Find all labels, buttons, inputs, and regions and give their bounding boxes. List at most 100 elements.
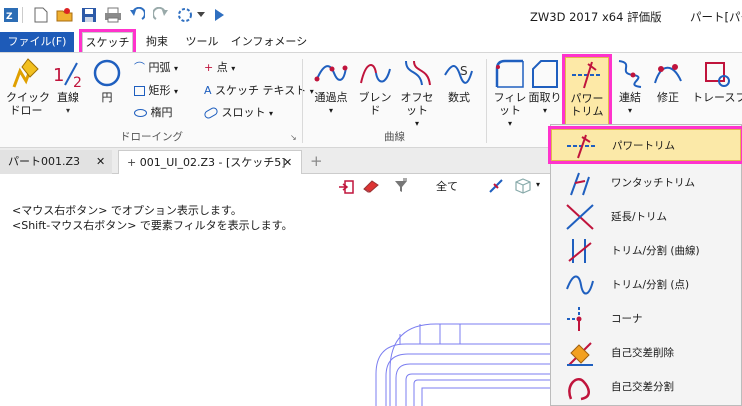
open-file-icon[interactable] bbox=[56, 6, 74, 24]
menu-item-self-intersect-split[interactable]: 自己交差分割 bbox=[551, 371, 741, 403]
chamfer-icon bbox=[532, 60, 558, 88]
fillet-dropdown-icon[interactable]: ▾ bbox=[490, 117, 530, 130]
view-cube-dropdown-icon[interactable]: ▾ bbox=[536, 180, 540, 189]
redo-icon[interactable] bbox=[152, 6, 170, 24]
svg-text:2: 2 bbox=[73, 75, 82, 91]
modified-marker-icon: + bbox=[127, 156, 137, 169]
tab-tools[interactable]: ツール bbox=[182, 32, 222, 52]
ellipse-button[interactable]: 楕円 bbox=[134, 104, 173, 122]
menu-item-self-intersect-delete[interactable]: 自己交差削除 bbox=[551, 337, 741, 369]
rectangle-button[interactable]: 矩形 ▾ bbox=[134, 82, 178, 100]
offset-button[interactable]: オフセット ▾ bbox=[396, 57, 438, 130]
print-icon[interactable] bbox=[104, 6, 122, 24]
menu-item-label: コーナ bbox=[611, 313, 643, 325]
ellipse-icon bbox=[134, 109, 147, 117]
select-mode-icon[interactable] bbox=[176, 6, 194, 24]
play-icon[interactable] bbox=[212, 6, 226, 24]
offset-label: オフセット bbox=[400, 91, 434, 117]
close-tab-icon[interactable]: ✕ bbox=[283, 151, 292, 175]
modify-button[interactable]: 修正 bbox=[650, 57, 686, 104]
arc-icon: ⌒ bbox=[134, 61, 145, 74]
exit-sketch-icon[interactable] bbox=[338, 180, 354, 197]
connect-dropdown-icon[interactable]: ▾ bbox=[612, 104, 648, 117]
tab-file[interactable]: ファイル(F) bbox=[0, 32, 74, 52]
offset-icon bbox=[405, 60, 431, 86]
one-touch-trim-icon bbox=[570, 172, 590, 196]
menu-item-one-touch-trim[interactable]: ワンタッチトリム bbox=[551, 167, 741, 199]
menu-item-trim-split-curve[interactable]: トリム/分割 (曲線) bbox=[551, 235, 741, 267]
doc-tab-part001[interactable]: パート001.Z3 ✕ bbox=[0, 150, 112, 174]
via-point-button[interactable]: 通過点 ▾ bbox=[310, 57, 352, 117]
chamfer-dropdown-icon[interactable]: ▾ bbox=[528, 104, 562, 117]
power-trim-icon bbox=[572, 61, 602, 89]
via-point-dropdown-icon[interactable]: ▾ bbox=[310, 104, 352, 117]
formula-button[interactable]: S 数式 bbox=[440, 57, 478, 104]
trace-profile-button[interactable]: トレースプロフ bbox=[692, 57, 742, 104]
self-intersect-split-icon bbox=[568, 378, 590, 401]
menu-item-power-trim[interactable]: パワートリム bbox=[548, 126, 742, 164]
new-file-icon[interactable] bbox=[32, 6, 50, 24]
modify-icon bbox=[654, 64, 682, 84]
quick-draw-icon bbox=[12, 58, 39, 88]
menu-item-extend-trim[interactable]: 延長/トリム bbox=[551, 201, 741, 233]
formula-icon: S bbox=[444, 64, 473, 84]
view-orient-icon[interactable] bbox=[488, 178, 504, 197]
title-bar: Z ZW3D 2017 x64 評価版 パート[パート bbox=[0, 0, 742, 32]
connect-button[interactable]: 連結 ▾ bbox=[612, 57, 648, 117]
rectangle-label: 矩形 bbox=[148, 84, 171, 97]
group-separator bbox=[486, 59, 487, 143]
trace-profile-label: トレースプロフ bbox=[692, 91, 742, 104]
fillet-label: フィレット bbox=[493, 91, 527, 117]
menu-item-label: トリム/分割 (曲線) bbox=[611, 245, 700, 257]
select-dropdown-icon[interactable] bbox=[196, 6, 206, 24]
sketch-geometry[interactable] bbox=[370, 304, 560, 406]
slot-icon bbox=[202, 106, 220, 120]
menu-item-corner[interactable]: コーナ bbox=[551, 303, 741, 335]
quick-draw-button[interactable]: クイック ドロー bbox=[6, 57, 50, 117]
hint-shift-right-click: <Shift-マウス右ボタン> で要素フィルタを表示します。 bbox=[12, 219, 293, 232]
filter-icon[interactable] bbox=[394, 178, 408, 197]
point-button[interactable]: + 点 ▾ bbox=[204, 59, 235, 77]
slot-button[interactable]: スロット ▾ bbox=[202, 104, 273, 122]
curve-group-label: 曲線 bbox=[384, 131, 405, 143]
tab-constraint[interactable]: 拘束 bbox=[140, 32, 174, 52]
close-tab-icon[interactable]: ✕ bbox=[96, 150, 105, 174]
trim-split-curve-icon bbox=[568, 239, 592, 263]
hint-right-click: <マウス右ボタン> でオプション表示します。 bbox=[12, 204, 242, 217]
save-icon[interactable] bbox=[80, 6, 98, 24]
circle-icon bbox=[93, 59, 121, 87]
circle-label: 円 bbox=[101, 91, 113, 104]
drawing-group-label: ドローイング bbox=[120, 131, 183, 143]
tab-information[interactable]: インフォメーション bbox=[230, 32, 308, 68]
chamfer-button[interactable]: 面取り ▾ bbox=[528, 57, 562, 117]
line-button[interactable]: 12 直線 ▾ bbox=[48, 57, 88, 117]
menu-item-label: 自己交差削除 bbox=[611, 347, 674, 359]
slot-label: スロット bbox=[221, 106, 266, 119]
new-tab-icon[interactable]: + bbox=[310, 152, 323, 170]
blend-button[interactable]: ブレンド bbox=[354, 57, 396, 117]
menu-item-label: 延長/トリム bbox=[611, 211, 668, 223]
sketch-text-icon: A bbox=[204, 84, 212, 97]
tab-sketch[interactable]: スケッチ bbox=[79, 29, 136, 55]
sketch-text-button[interactable]: A スケッチ テキスト ▾ bbox=[204, 82, 314, 100]
fillet-button[interactable]: フィレット ▾ bbox=[490, 57, 530, 130]
line-dropdown-icon[interactable]: ▾ bbox=[48, 104, 88, 117]
view-cube-icon[interactable] bbox=[514, 177, 532, 198]
doc-tab-active[interactable]: + 001_UI_02.Z3 - [スケッチ5] ✕ bbox=[118, 150, 302, 174]
connect-icon bbox=[618, 60, 642, 88]
app-title: ZW3D 2017 x64 評価版 bbox=[530, 10, 662, 24]
dialog-launcher-icon[interactable]: ↘ bbox=[290, 133, 297, 142]
power-trim-button[interactable]: パワー トリム bbox=[562, 54, 612, 132]
circle-button[interactable]: 円 bbox=[90, 57, 124, 104]
undo-icon[interactable] bbox=[128, 6, 146, 24]
point-label: 点 bbox=[216, 61, 228, 74]
svg-text:1: 1 bbox=[53, 65, 64, 86]
menu-item-trim-split-point[interactable]: トリム/分割 (点) bbox=[551, 269, 741, 301]
fillet-icon bbox=[495, 59, 524, 88]
filter-select[interactable]: 全て bbox=[436, 178, 458, 194]
svg-text:S: S bbox=[460, 64, 468, 78]
blend-label: ブレンド bbox=[358, 91, 392, 117]
eraser-icon[interactable] bbox=[362, 179, 380, 196]
arc-button[interactable]: ⌒ 円弧 ▾ bbox=[134, 59, 178, 77]
line-label: 直線 bbox=[57, 91, 79, 104]
